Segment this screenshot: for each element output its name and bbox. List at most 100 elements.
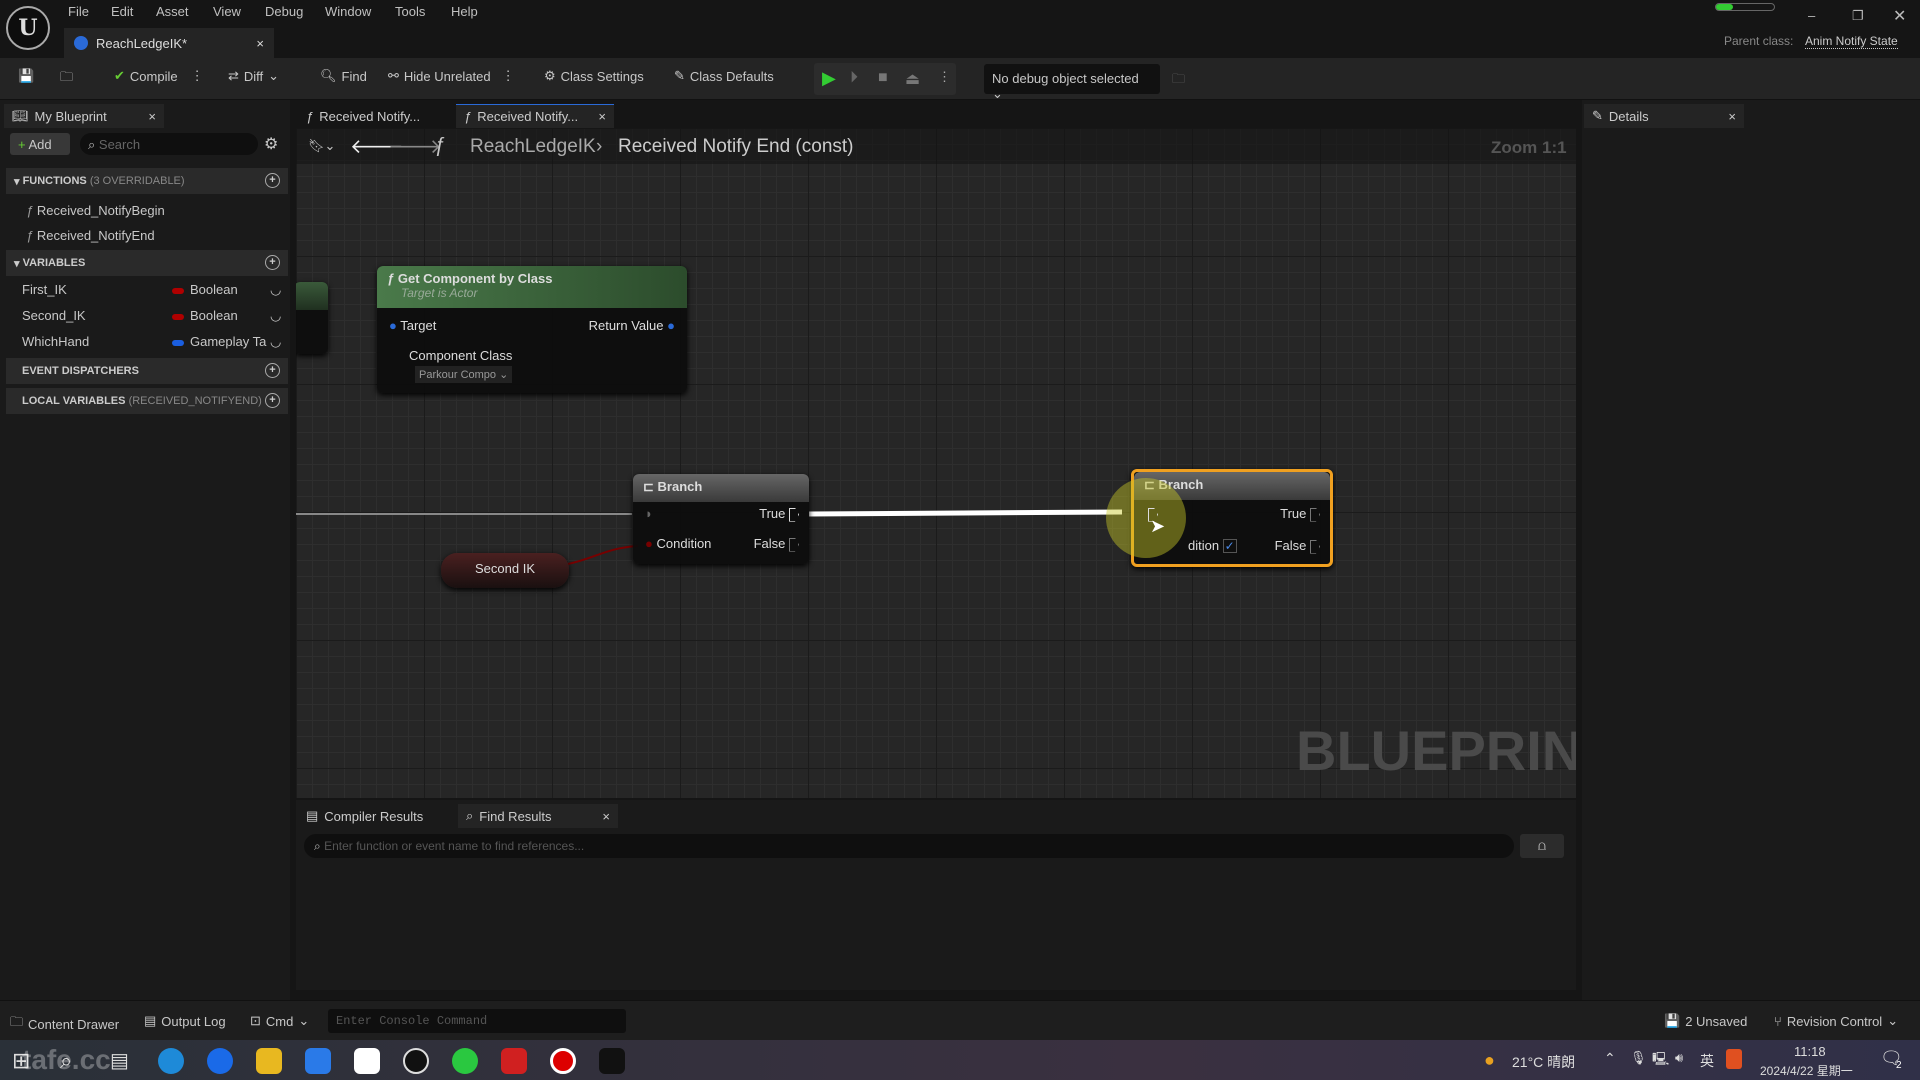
graph-tab-notify-end[interactable]: ƒ Received Notify... × bbox=[456, 104, 614, 128]
add-button[interactable]: + Add bbox=[10, 133, 70, 155]
debug-browse-icon[interactable]: 🗀 bbox=[1172, 70, 1185, 92]
menu-help[interactable]: Help bbox=[451, 4, 478, 19]
minimize-icon[interactable]: – bbox=[1808, 8, 1815, 23]
graph-canvas[interactable]: 🔖︎⌄ 🡐 🡒 ƒ ReachLedgeIK › Received Notify… bbox=[296, 128, 1576, 798]
console-input[interactable]: Enter Console Command bbox=[328, 1009, 626, 1033]
settings-gear-icon[interactable]: ⚙ bbox=[264, 134, 278, 154]
find-in-all-button[interactable]: ⩍ bbox=[1520, 834, 1564, 858]
false-pin[interactable]: False bbox=[1275, 538, 1320, 554]
play-icon[interactable]: ▶ bbox=[822, 68, 836, 89]
function-item[interactable]: ƒ Received_NotifyEnd bbox=[26, 228, 155, 243]
task-view-icon[interactable]: ▤ bbox=[110, 1048, 129, 1073]
tab-compiler-results[interactable]: ▤ Compiler Results bbox=[298, 804, 458, 828]
menu-window[interactable]: Window bbox=[325, 4, 371, 19]
add-function-icon[interactable]: + bbox=[265, 173, 280, 188]
save-icon[interactable]: 💾 bbox=[18, 68, 34, 84]
variable-item[interactable]: First_IK Boolean ◡ bbox=[22, 282, 284, 297]
stop-icon[interactable]: ■ bbox=[878, 69, 888, 87]
sogou-icon[interactable] bbox=[1726, 1049, 1742, 1069]
debug-object-dropdown[interactable]: No debug object selected ⌄ bbox=[984, 64, 1160, 101]
functions-section[interactable]: ▾ FUNCTIONS (3 OVERRIDABLE) + bbox=[6, 168, 288, 194]
tab-details[interactable]: ✎ Details × bbox=[1584, 104, 1744, 128]
content-drawer-button[interactable]: 🗀 Content Drawer bbox=[10, 1013, 119, 1035]
microphone-icon[interactable]: 🎙︎ bbox=[1630, 1050, 1647, 1066]
unreal-engine-icon[interactable] bbox=[403, 1048, 429, 1074]
edge-icon[interactable] bbox=[158, 1048, 184, 1074]
revision-control-button[interactable]: ⑂ Revision Control ⌄ bbox=[1774, 1013, 1898, 1029]
close-window-icon[interactable]: ✕ bbox=[1893, 6, 1906, 26]
more-icon[interactable]: ⋮ bbox=[191, 68, 204, 84]
hide-unrelated-button[interactable]: ⚯ Hide Unrelated ⋮ bbox=[388, 68, 515, 84]
add-local-variable-icon[interactable]: + bbox=[265, 393, 280, 408]
variable-item[interactable]: WhichHand Gameplay Ta ◡ bbox=[22, 334, 284, 349]
close-icon[interactable]: × bbox=[148, 109, 156, 124]
document-tab[interactable]: ReachLedgeIK* × bbox=[64, 28, 274, 58]
restore-icon[interactable]: ❐ bbox=[1852, 8, 1864, 24]
find-search-input[interactable]: ⌕ Enter function or event name to find r… bbox=[304, 834, 1514, 858]
event-dispatchers-section[interactable]: EVENT DISPATCHERS + bbox=[6, 358, 288, 384]
parent-class-link[interactable]: Anim Notify State bbox=[1805, 34, 1898, 49]
ime-indicator[interactable]: 英 bbox=[1700, 1051, 1714, 1071]
menu-tools[interactable]: Tools bbox=[395, 4, 425, 19]
eye-closed-icon[interactable]: ◡ bbox=[270, 282, 281, 298]
menu-debug[interactable]: Debug bbox=[265, 4, 303, 19]
condition-pin[interactable]: ● Condition bbox=[645, 536, 711, 551]
function-item[interactable]: ƒ Received_NotifyBegin bbox=[26, 203, 165, 218]
find-button[interactable]: 🔍︎ Find bbox=[320, 68, 367, 84]
true-pin[interactable]: True bbox=[1280, 506, 1320, 522]
search-input[interactable]: ⌕ Search bbox=[80, 133, 258, 155]
epic-games-icon[interactable] bbox=[599, 1048, 625, 1074]
tray-chevron-icon[interactable]: ⌃ bbox=[1604, 1050, 1616, 1067]
partial-node[interactable] bbox=[296, 282, 328, 354]
menu-edit[interactable]: Edit bbox=[111, 4, 133, 19]
file-explorer-icon[interactable] bbox=[256, 1048, 282, 1074]
close-icon[interactable]: × bbox=[256, 36, 264, 51]
checkbox-checked-icon[interactable]: ✓ bbox=[1222, 539, 1237, 553]
exec-in-pin[interactable]: ◗ bbox=[645, 506, 653, 521]
second-ik-variable-node[interactable]: Second IK bbox=[441, 553, 569, 588]
add-variable-icon[interactable]: + bbox=[265, 255, 280, 270]
volume-icon[interactable]: 🔊︎ bbox=[1675, 1050, 1683, 1066]
wechat-icon[interactable] bbox=[452, 1048, 478, 1074]
unsaved-button[interactable]: 💾 2 Unsaved bbox=[1664, 1013, 1747, 1029]
search-icon[interactable]: ⌕ bbox=[60, 1048, 72, 1074]
tab-my-blueprint[interactable]: 📖︎ My Blueprint × bbox=[4, 104, 164, 128]
get-component-by-class-node[interactable]: ƒ Get Component by Class Target is Actor … bbox=[377, 266, 687, 393]
output-log-button[interactable]: ▤ Output Log bbox=[144, 1013, 226, 1029]
weather-text[interactable]: 21°C 晴朗 bbox=[1512, 1052, 1575, 1072]
variables-section[interactable]: ▾ VARIABLES + bbox=[6, 250, 288, 276]
eye-closed-icon[interactable]: ◡ bbox=[270, 308, 281, 324]
local-variables-section[interactable]: LOCAL VARIABLES (RECEIVED_NOTIFYEND) + bbox=[6, 388, 288, 414]
tab-find-results[interactable]: ⌕ Find Results × bbox=[458, 804, 618, 828]
wps-icon[interactable] bbox=[501, 1048, 527, 1074]
true-pin[interactable]: True bbox=[759, 506, 799, 522]
network-icon[interactable]: 🖳 bbox=[1652, 1050, 1669, 1072]
eject-icon[interactable]: ⏏ bbox=[905, 69, 920, 89]
step-icon[interactable]: ⏵ bbox=[850, 69, 858, 87]
clock-date[interactable]: 2024/4/22 星期一 bbox=[1760, 1062, 1853, 1079]
class-defaults-button[interactable]: ✎ Class Defaults bbox=[674, 68, 774, 84]
more-icon[interactable]: ⋮ bbox=[938, 69, 951, 85]
browse-icon[interactable]: 🗀 bbox=[60, 68, 73, 90]
component-class-dropdown[interactable]: Parkour Compo ⌄ bbox=[415, 366, 513, 383]
menu-file[interactable]: File bbox=[68, 4, 89, 19]
return-value-pin[interactable]: Return Value ● bbox=[589, 318, 675, 333]
menu-view[interactable]: View bbox=[213, 4, 241, 19]
compile-button[interactable]: ✔ Compile ⋮ bbox=[114, 68, 204, 84]
close-icon[interactable]: × bbox=[1728, 109, 1736, 124]
branch-node[interactable]: ⊏ Branch ◗ True ● Condition False bbox=[633, 474, 809, 564]
menu-asset[interactable]: Asset bbox=[156, 4, 189, 19]
record-icon[interactable] bbox=[550, 1048, 576, 1074]
cmd-dropdown[interactable]: ⊡ Cmd ⌄ bbox=[250, 1013, 309, 1029]
variable-item[interactable]: Second_IK Boolean ◡ bbox=[22, 308, 284, 323]
baidu-netdisk-icon[interactable] bbox=[354, 1048, 380, 1074]
close-icon[interactable]: × bbox=[598, 109, 606, 124]
eye-closed-icon[interactable]: ◡ bbox=[270, 334, 281, 350]
target-pin[interactable]: ● Target bbox=[389, 318, 436, 333]
diff-button[interactable]: ⇄ Diff ⌄ bbox=[228, 68, 279, 84]
condition-pin[interactable]: dition ✓ bbox=[1188, 538, 1237, 553]
more-icon[interactable]: ⋮ bbox=[502, 68, 515, 84]
close-icon[interactable]: × bbox=[602, 809, 610, 824]
add-dispatcher-icon[interactable]: + bbox=[265, 363, 280, 378]
k-app-icon[interactable] bbox=[207, 1048, 233, 1074]
